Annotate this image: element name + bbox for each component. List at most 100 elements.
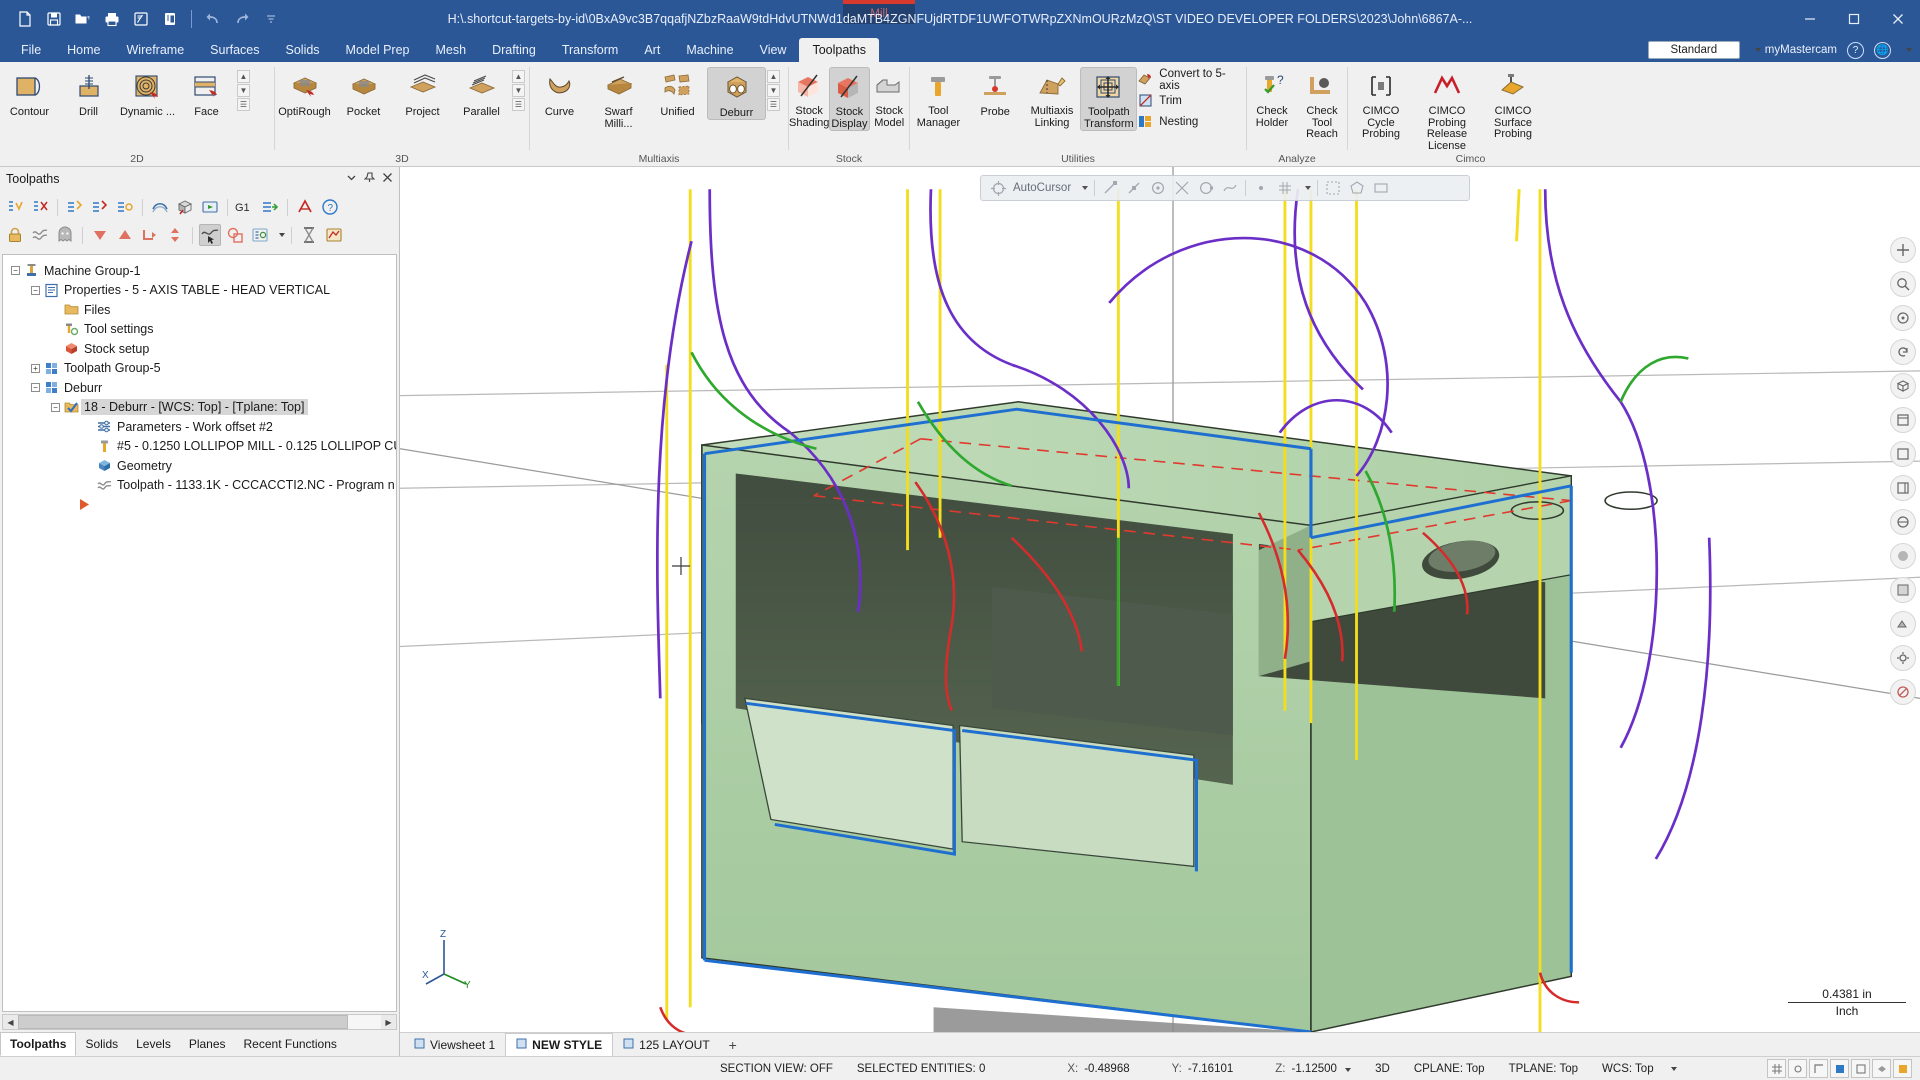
ribbon-button-stock-shading[interactable]: Stock Shading (789, 67, 829, 129)
ribbon-collapse-icon[interactable] (1906, 48, 1912, 52)
chevron-down-icon[interactable] (279, 233, 285, 237)
regen-selected-icon[interactable] (114, 196, 136, 218)
shaded-icon[interactable] (1890, 543, 1916, 569)
ribbon-button-face[interactable]: Face (177, 67, 236, 118)
tab-view[interactable]: View (747, 38, 800, 62)
viewport[interactable]: AutoCursor Z X Y 0.4381 in Inch (400, 167, 1920, 1032)
only-selected-icon[interactable] (199, 224, 221, 246)
ribbon-button-toolpath-transform[interactable]: Toolpath Transform (1080, 67, 1138, 131)
intersection-snap-icon[interactable] (1173, 179, 1191, 197)
toolpaths-horizontal-scrollbar[interactable]: ◀ ▶ (2, 1014, 397, 1030)
ribbon-button-deburr[interactable]: Deburr (707, 67, 766, 120)
status-color-icon[interactable] (1893, 1059, 1912, 1078)
autocursor-chevron-icon[interactable] (1082, 186, 1089, 190)
ribbon-button-drill[interactable]: Drill (59, 67, 118, 118)
window-select-icon[interactable] (1372, 179, 1390, 197)
tab-mesh[interactable]: Mesh (422, 38, 479, 62)
redo-icon[interactable] (229, 6, 255, 32)
ribbon-button-project[interactable]: Project (393, 67, 452, 118)
ribbon-button-swarf-milling[interactable]: Swarf Milli... (589, 67, 648, 130)
ribbon-button-check-tool-reach[interactable]: Check Tool Reach (1297, 67, 1347, 141)
fit-screen-icon[interactable] (1890, 237, 1916, 263)
expander-icon[interactable]: − (29, 284, 42, 297)
ghost-icon[interactable] (54, 224, 76, 246)
scroll-expand-icon[interactable]: ☰ (237, 98, 250, 111)
minimize-button[interactable] (1788, 0, 1832, 38)
scroll-up-icon[interactable]: ▲ (237, 70, 250, 83)
status-section-view[interactable]: SECTION VIEW: OFF (0, 1063, 845, 1075)
updown-icon[interactable] (164, 224, 186, 246)
mill-document-tab[interactable]: Mill (843, 0, 915, 24)
new-file-icon[interactable] (12, 6, 38, 32)
tab-art[interactable]: Art (631, 38, 673, 62)
status-snap-icon[interactable] (1788, 1059, 1807, 1078)
scroll-up-icon[interactable]: ▲ (512, 70, 525, 83)
add-viewsheet-button[interactable]: + (720, 1033, 746, 1056)
ribbon-button-cimco-surface-probing[interactable]: CIMCO Surface Probing (1480, 67, 1546, 141)
help-icon[interactable]: ? (319, 196, 341, 218)
transfer-icon[interactable] (259, 196, 281, 218)
status-wire-icon[interactable] (1851, 1059, 1870, 1078)
lock-icon[interactable] (4, 224, 26, 246)
right-view-icon[interactable] (1890, 475, 1916, 501)
tree-node-files[interactable]: Files (3, 300, 396, 320)
insert-arrow-icon[interactable] (139, 224, 161, 246)
triangle-up-icon[interactable] (114, 224, 136, 246)
ribbon-button-multiaxis-linking[interactable]: Multiaxis Linking (1024, 67, 1081, 129)
scroll-down-icon[interactable]: ▼ (237, 84, 250, 97)
close-icon[interactable] (382, 172, 393, 186)
pin-icon[interactable] (363, 172, 376, 186)
status-tplane[interactable]: TPLANE: Top (1497, 1063, 1590, 1075)
viewsheet-tab-125-layout[interactable]: 125 LAYOUT (613, 1033, 719, 1056)
ribbon-button-contour[interactable]: Contour (0, 67, 59, 118)
waves-icon[interactable] (29, 224, 51, 246)
tree-node-geometry[interactable]: Geometry (3, 456, 396, 476)
expander-icon[interactable]: − (9, 264, 22, 277)
tree-node-insert-marker[interactable] (3, 495, 396, 515)
ribbon-multiaxis-scroll[interactable]: ▲ ▼ ☰ (766, 67, 781, 111)
polygon-select-icon[interactable] (1348, 179, 1366, 197)
report-icon[interactable] (157, 6, 183, 32)
panel-tab-recent-functions[interactable]: Recent Functions (235, 1032, 346, 1056)
tab-home[interactable]: Home (54, 38, 113, 62)
panel-tab-planes[interactable]: Planes (180, 1032, 235, 1056)
status-grid-icon[interactable] (1767, 1059, 1786, 1078)
expander-icon[interactable]: − (29, 381, 42, 394)
tab-machine[interactable]: Machine (673, 38, 746, 62)
ribbon-button-pocket-3d[interactable]: Pocket (334, 67, 393, 118)
tree-node-tool[interactable]: #5 - 0.1250 LOLLIPOP MILL - 0.125 LOLLIP… (3, 437, 396, 457)
status-ortho-icon[interactable] (1809, 1059, 1828, 1078)
ribbon-button-check-holder[interactable]: ? Check Holder (1247, 67, 1297, 129)
tree-node-stock-setup[interactable]: Stock setup (3, 339, 396, 359)
expander-icon[interactable]: − (49, 401, 62, 414)
panel-tab-toolpaths[interactable]: Toolpaths (0, 1032, 77, 1056)
status-wcs[interactable]: WCS: Top (1590, 1063, 1666, 1075)
ribbon-button-cimco-cycle-probing[interactable]: CIMCO Cycle Probing (1348, 67, 1414, 141)
tree-node-properties[interactable]: − Properties - 5 - AXIS TABLE - HEAD VER… (3, 281, 396, 301)
scroll-down-icon[interactable]: ▼ (767, 84, 780, 97)
backplot-icon[interactable] (149, 196, 171, 218)
floppy-icon[interactable] (41, 6, 67, 32)
zoom-target-icon[interactable] (1890, 305, 1916, 331)
chevron-down-icon[interactable] (1670, 1066, 1677, 1071)
panel-tab-solids[interactable]: Solids (76, 1032, 127, 1056)
ribbon-button-stock-display[interactable]: Stock Display (829, 67, 870, 131)
autocursor-toolbar[interactable]: AutoCursor (980, 175, 1470, 201)
select-all-icon[interactable] (4, 196, 26, 218)
tree-node-parameters[interactable]: Parameters - Work offset #2 (3, 417, 396, 437)
verify-icon[interactable] (174, 196, 196, 218)
settings-gear-icon[interactable] (1890, 645, 1916, 671)
post-g1-icon[interactable]: G1 (234, 196, 256, 218)
ribbon-button-optirough[interactable]: OptiRough (275, 67, 334, 118)
tab-wireframe[interactable]: Wireframe (114, 38, 198, 62)
regen-all-dirty-icon[interactable] (89, 196, 111, 218)
geometry-only-icon[interactable] (224, 224, 246, 246)
ribbon-button-probe[interactable]: Probe (967, 67, 1024, 118)
center-snap-icon[interactable] (1149, 179, 1167, 197)
advanced-display-icon[interactable] (323, 224, 345, 246)
tab-toolpaths[interactable]: Toolpaths (799, 38, 879, 62)
tree-node-machine-group[interactable]: − Machine Group-1 (3, 261, 396, 281)
simulate-icon[interactable] (199, 196, 221, 218)
ribbon-button-nesting[interactable]: Nesting (1137, 112, 1246, 131)
scroll-left-icon[interactable]: ◀ (3, 1015, 18, 1029)
